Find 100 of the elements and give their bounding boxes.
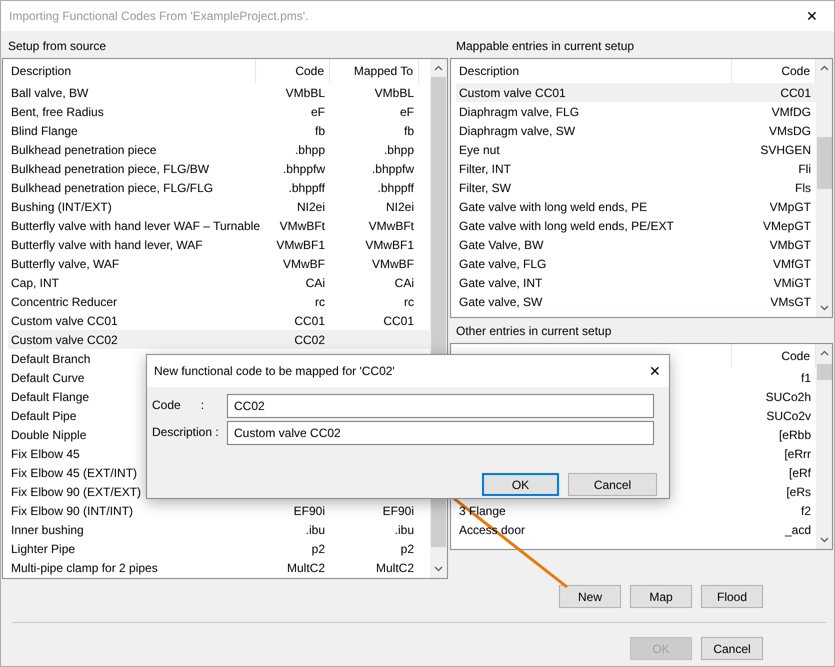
column-header[interactable]: Code [256,59,330,83]
close-icon[interactable]: ✕ [641,363,669,379]
input-field[interactable]: CC02 [227,394,654,418]
table-cell: Inner bushing [11,522,84,536]
table-row[interactable]: Eye nut SVHGEN [456,140,816,159]
table-row[interactable]: Bushing (INT/EXT) NI2ei NI2ei [8,197,430,216]
table-cell: Fix Elbow 90 (INT/INT) [11,504,134,518]
table-row[interactable]: Gate valve, FLG VMfGT [456,254,816,273]
table-cell: rc [315,294,325,308]
table-cell: .bhpp [384,142,414,156]
table-cell: NI2ei [296,200,325,214]
table-row[interactable]: Filter, INT Fli [456,159,816,178]
scrollbar[interactable] [816,344,832,549]
table-row[interactable]: Bulkhead penetration piece, FLG/FLG .bhppff .bhppff [8,178,430,197]
scroll-thumb[interactable] [816,364,832,380]
table-cell: [eRrr [784,446,811,460]
field-label: Description : [152,424,220,439]
scroll-up-icon[interactable] [820,350,828,356]
table-cell: Fli [798,162,811,176]
table-cell: Gate valve, FLG [459,256,546,270]
table-row[interactable]: Custom valve CC02 CC02 [8,330,430,349]
table-row[interactable]: Gate valve, INT VMiGT [456,273,816,292]
table-row[interactable]: Fix Elbow 90 (INT/INT) EF90i EF90i [8,501,430,520]
table-row[interactable]: Diaphragm valve, SW VMsDG [456,121,816,140]
table-cell: EF90i [382,504,414,518]
table-cell: fb [314,124,325,138]
dialog-button[interactable]: OK [482,473,559,496]
table-row[interactable]: Lighter Pipe p2 p2 [8,539,430,558]
table-cell: CAi [306,276,325,290]
table-cell: CC01 [294,314,325,328]
action-button[interactable]: Map [630,585,692,608]
action-button[interactable]: Flood [701,585,763,608]
table-cell: .bhpp [294,142,325,156]
table-cell: VMwBFt [368,218,414,232]
table-cell: p2 [312,542,325,556]
table-cell: Fix Elbow 45 [11,446,80,460]
input-field[interactable]: Custom valve CC02 [227,421,654,445]
table-cell: f2 [800,504,811,518]
scroll-up-icon[interactable] [434,65,443,71]
table-row[interactable]: Gate valve with long weld ends, PE/EXT VMepGT [456,216,816,235]
dialog-button[interactable]: Cancel [701,637,763,660]
table-cell: Diaphragm valve, FLG [459,104,580,118]
action-button[interactable]: New [559,585,621,608]
close-icon[interactable]: ✕ [798,8,826,24]
table-cell: Diaphragm valve, SW [459,124,576,138]
table-row[interactable]: Concentric Reducer rc rc [8,292,430,311]
table-row[interactable]: Butterfly valve, WAF VMwBF VMwBF [8,254,430,273]
table-row[interactable]: Bent, free Radius eF eF [8,102,430,121]
table-row[interactable]: Butterfly valve with hand lever, WAF VMwBF1 VMwBF1 [8,235,430,254]
table-row[interactable]: Gate Valve, BW VMbGT [456,235,816,254]
table-row[interactable]: Gate valve with long weld ends, PE VMpGT [456,197,816,216]
table-row[interactable]: Multi-pipe clamp for 2 pipes MultC2 MultC2 [8,558,430,577]
table-cell: VMwBF1 [276,238,325,252]
column-header[interactable]: Description [8,59,256,83]
table-cell: SUCo2v [766,408,811,422]
table-cell: VMwBF [372,256,414,270]
table-cell: CAi [394,276,414,290]
table-row[interactable]: Custom valve CC01 CC01 CC01 [8,311,430,330]
table-cell: .bhppfw [282,162,325,176]
table-cell: VMsDG [769,124,811,138]
table-row[interactable]: Cap, INT CAi CAi [8,273,430,292]
scroll-down-icon[interactable] [820,305,828,311]
scroll-down-icon[interactable] [434,566,443,572]
table-cell: Fls [795,180,811,194]
table-cell: Butterfly valve, WAF [11,256,120,270]
scroll-up-icon[interactable] [820,65,828,71]
table-cell: Bulkhead penetration piece, FLG/FLG [11,180,214,194]
table-row[interactable]: Blind Flange fb fb [8,121,430,140]
table-cell: 3 Flange [459,504,506,518]
table-cell: Cap, INT [11,276,60,290]
table-cell: Blind Flange [11,124,78,138]
table-cell: _acd [784,522,811,536]
table-row[interactable]: Custom valve CC01 CC01 [456,83,816,102]
table-cell: VMfGT [773,256,811,270]
table-cell: Ball valve, BW [11,86,88,100]
table-row[interactable]: Diaphragm valve, FLG VMfDG [456,102,816,121]
table-row[interactable]: Bulkhead penetration piece .bhpp .bhpp [8,140,430,159]
table-row[interactable]: Ball valve, BW VMbBL VMbBL [8,83,430,102]
table-cell: VMpGT [770,200,811,214]
table-cell: Eye nut [459,142,500,156]
table-row[interactable]: Butterfly valve with hand lever WAF – Turnable VMwBFt VMwBFt [8,216,430,235]
dialog-button[interactable]: Cancel [568,473,657,496]
column-header[interactable]: Mapped To [330,59,419,83]
table-cell: Bent, free Radius [11,104,104,118]
table-cell: Multi-pipe clamp for 2 pipes [11,560,158,574]
scroll-down-icon[interactable] [820,537,828,543]
scrollbar[interactable] [816,59,832,317]
table-row[interactable]: 3 Flange f2 [456,501,816,520]
table-cell: VMfDG [772,104,811,118]
table-cell: Butterfly valve with hand lever, WAF [11,238,203,252]
table-row[interactable]: Bulkhead penetration piece, FLG/BW .bhppfw .bhppfw [8,159,430,178]
table-cell: Bushing (INT/EXT) [11,200,112,214]
table-cell: eF [310,104,325,118]
scroll-thumb[interactable] [816,137,832,189]
table-row[interactable]: Filter, SW Fls [456,178,816,197]
table-row[interactable]: Inner bushing .ibu .ibu [8,520,430,539]
table-cell: rc [404,294,414,308]
table-row[interactable]: Gate valve, SW VMsGT [456,292,816,311]
table-cell: CC02 [294,332,325,346]
table-cell: Fix Elbow 45 (EXT/INT) [11,466,138,480]
